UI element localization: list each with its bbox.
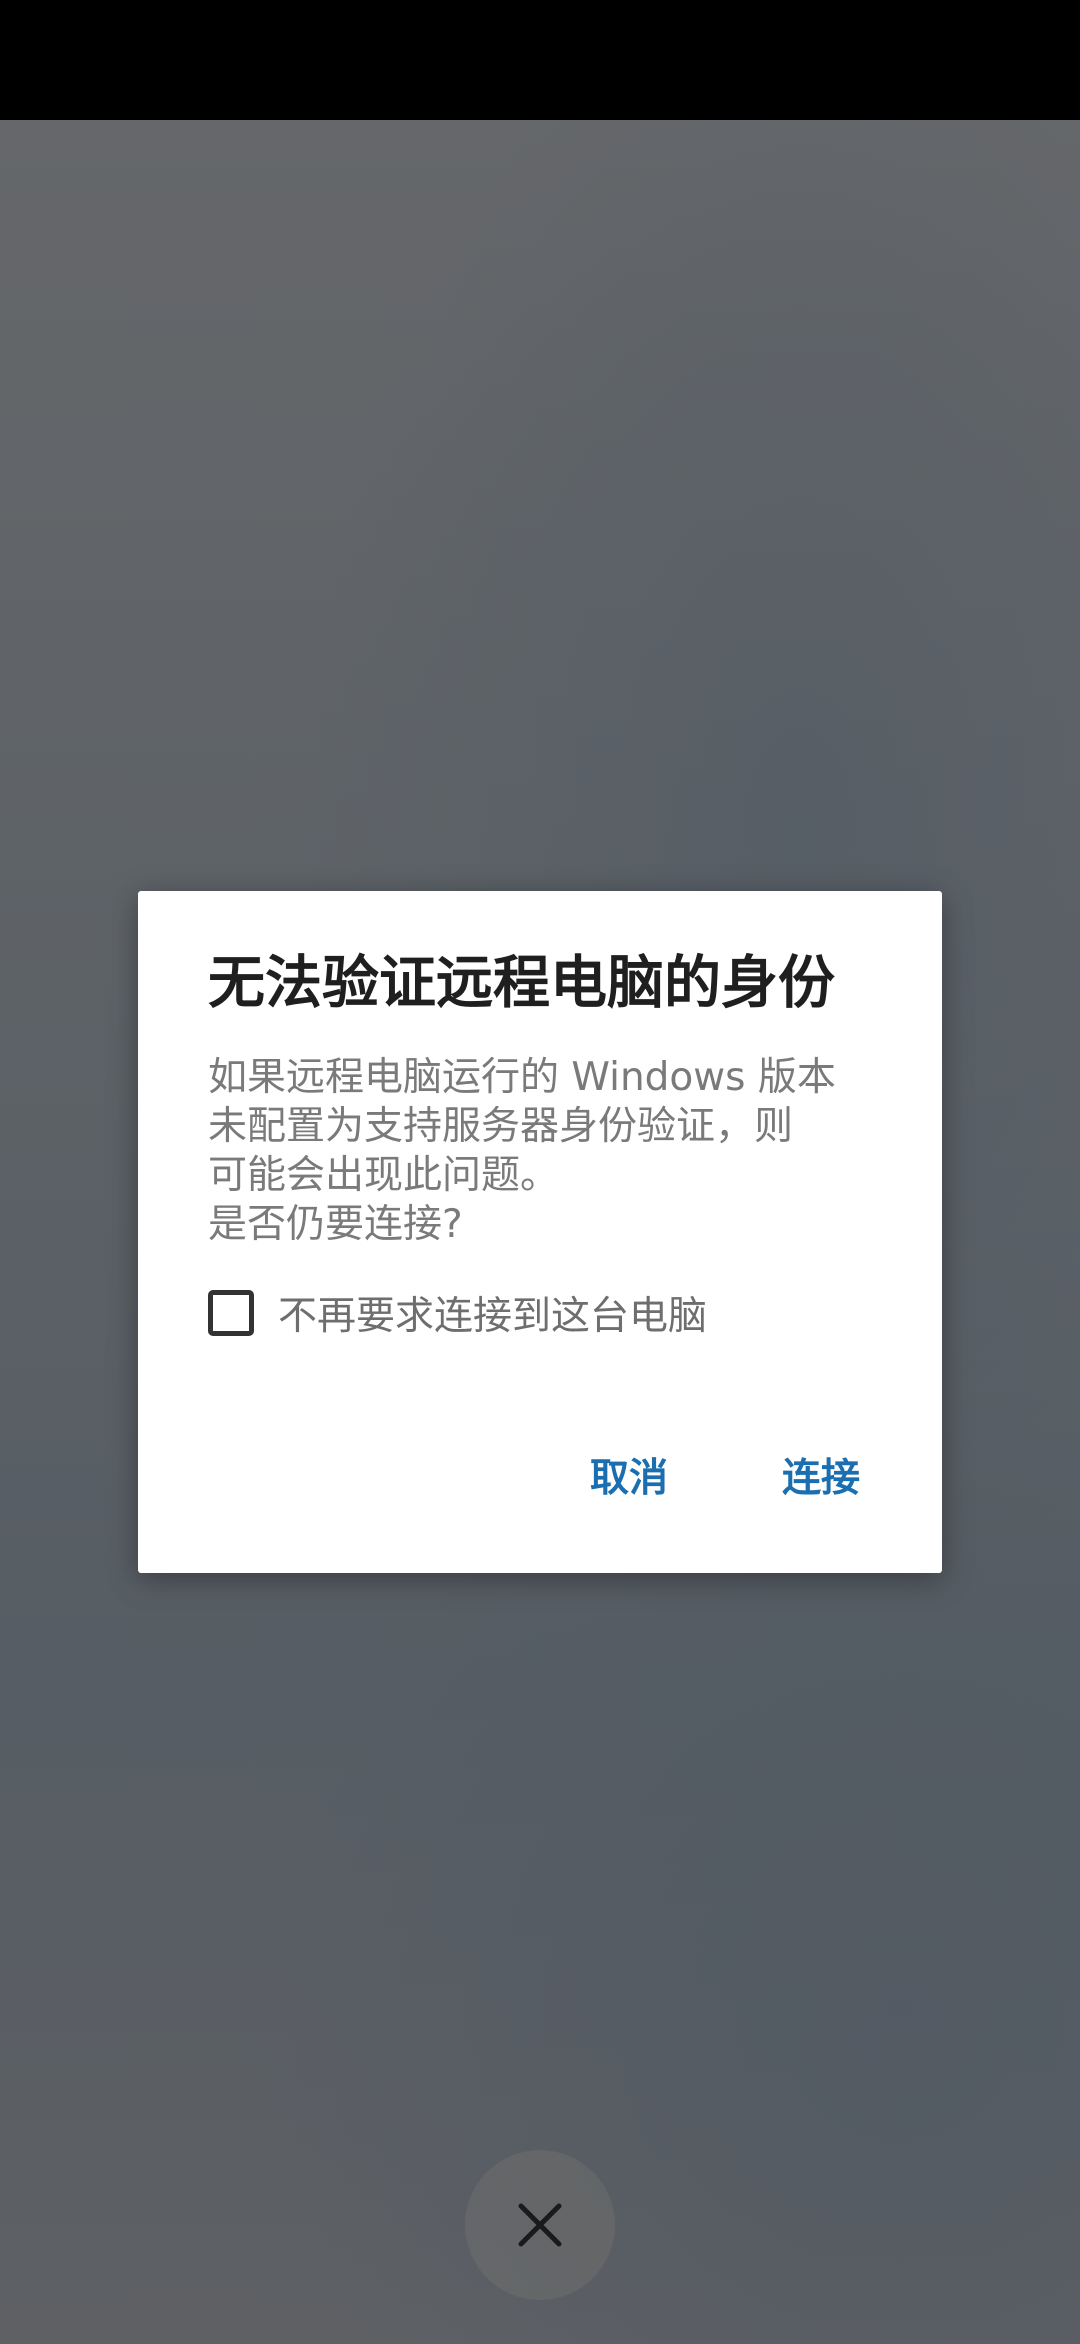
cancel-button[interactable]: 取消 xyxy=(578,1437,680,1513)
dialog-message-line: 未配置为支持服务器身份验证，则 xyxy=(208,1104,794,1149)
dont-ask-again-label[interactable]: 不再要求连接到这台电脑 xyxy=(278,1285,707,1341)
dialog-message-line: 可能会出现此问题。 xyxy=(208,1153,560,1198)
close-icon xyxy=(518,2203,562,2247)
dont-ask-again-checkbox[interactable] xyxy=(208,1290,254,1336)
dialog-message-line: 如果远程电脑运行的 Windows 版本 xyxy=(208,1055,836,1100)
status-bar xyxy=(0,0,1080,120)
identity-warning-dialog: 无法验证远程电脑的身份 如果远程电脑运行的 Windows 版本 未配置为支持服… xyxy=(138,891,942,1573)
dialog-title: 无法验证远程电脑的身份 xyxy=(208,950,835,1016)
connect-button[interactable]: 连接 xyxy=(770,1437,872,1513)
dialog-message: 如果远程电脑运行的 Windows 版本 未配置为支持服务器身份验证，则 可能会… xyxy=(208,1053,888,1249)
dialog-actions: 取消 连接 xyxy=(488,1437,872,1513)
close-button[interactable] xyxy=(465,2150,615,2300)
dialog-message-line: 是否仍要连接? xyxy=(208,1202,463,1247)
dont-ask-again-option[interactable]: 不再要求连接到这台电脑 xyxy=(208,1285,707,1341)
